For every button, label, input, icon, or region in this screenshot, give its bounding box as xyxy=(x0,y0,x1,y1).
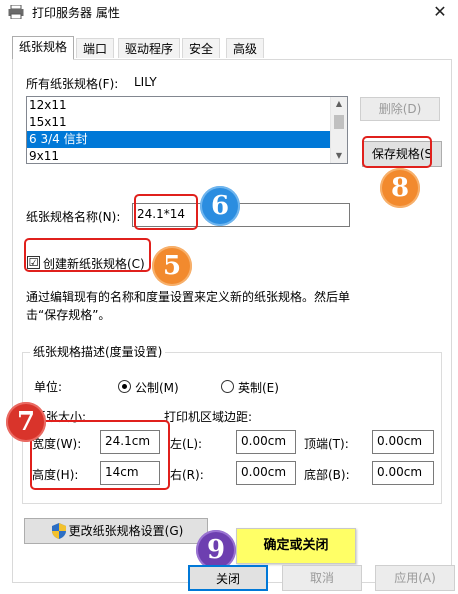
highlight-paper-size xyxy=(30,420,170,490)
scroll-down-icon[interactable]: ▼ xyxy=(331,149,347,163)
shield-icon xyxy=(52,523,66,539)
measurements-title: 纸张规格描述(度量设置) xyxy=(30,343,166,360)
tab-ports[interactable]: 端口 xyxy=(76,38,115,58)
metric-label[interactable]: 公制(M) xyxy=(135,379,179,396)
window-title: 打印服务器 属性 xyxy=(32,6,120,20)
delete-button[interactable]: 删除(D) xyxy=(360,97,440,121)
bottom-margin-input[interactable]: 0.00cm xyxy=(372,461,434,485)
highlight-create-new xyxy=(24,238,151,272)
step-7-badge: 7 xyxy=(6,402,46,442)
tab-drivers[interactable]: 驱动程序 xyxy=(118,38,181,58)
listbox-scrollbar[interactable]: ▲ ▼ xyxy=(330,97,347,163)
list-item[interactable]: 12x11 xyxy=(27,97,331,114)
server-name: LILY xyxy=(134,75,157,89)
form-name-label: 纸张规格名称(N): xyxy=(26,210,121,224)
printer-icon xyxy=(8,5,24,19)
right-margin-label: 右(R): xyxy=(170,468,204,482)
tab-advanced[interactable]: 高级 xyxy=(226,38,265,58)
top-margin-label: 顶端(T): xyxy=(304,437,349,451)
left-margin-label: 左(L): xyxy=(170,437,203,451)
form-description-text: 通过编辑现有的名称和度量设置来定义新的纸张规格。然后单击“保存规格”。 xyxy=(26,290,351,322)
change-form-settings-label: 更改纸张规格设置(G) xyxy=(68,524,184,538)
highlight-form-name xyxy=(134,194,198,230)
tab-forms-active-overlay: 纸张规格 xyxy=(12,36,75,60)
scroll-thumb[interactable] xyxy=(334,115,344,129)
left-margin-input[interactable]: 0.00cm xyxy=(236,430,296,454)
all-forms-label: 所有纸张规格(F): xyxy=(26,77,119,91)
tab-security[interactable]: 安全 xyxy=(182,38,221,58)
metric-radio[interactable] xyxy=(118,380,131,393)
step-9-badge: 9 xyxy=(196,530,236,570)
right-margin-input[interactable]: 0.00cm xyxy=(236,461,296,485)
close-button[interactable]: 关闭 xyxy=(188,565,268,591)
radio-selected-dot xyxy=(122,384,127,389)
apply-button[interactable]: 应用(A) xyxy=(375,565,455,591)
cancel-button[interactable]: 取消 xyxy=(282,565,362,591)
english-label[interactable]: 英制(E) xyxy=(238,379,279,396)
highlight-save-button xyxy=(362,136,432,168)
top-margin-input[interactable]: 0.00cm xyxy=(372,430,434,454)
bottom-margin-label: 底部(B): xyxy=(304,468,350,482)
close-window-button[interactable]: ✕ xyxy=(428,1,452,23)
step-5-badge: 5 xyxy=(152,246,192,286)
margins-label: 打印机区域边距: xyxy=(164,410,253,424)
units-label: 单位: xyxy=(34,380,63,394)
scroll-up-icon[interactable]: ▲ xyxy=(331,97,347,111)
step-6-badge: 6 xyxy=(200,186,240,226)
english-radio[interactable] xyxy=(221,380,234,393)
list-item-selected[interactable]: 6 3/4 信封 xyxy=(27,131,331,148)
forms-listbox[interactable]: 12x11 15x11 6 3/4 信封 9x11 ▲ ▼ xyxy=(26,96,348,164)
step-8-badge: 8 xyxy=(380,168,420,208)
list-item[interactable]: 15x11 xyxy=(27,114,331,131)
list-item[interactable]: 9x11 xyxy=(27,148,331,163)
confirm-or-close-callout: 确定或关闭 xyxy=(236,528,356,564)
